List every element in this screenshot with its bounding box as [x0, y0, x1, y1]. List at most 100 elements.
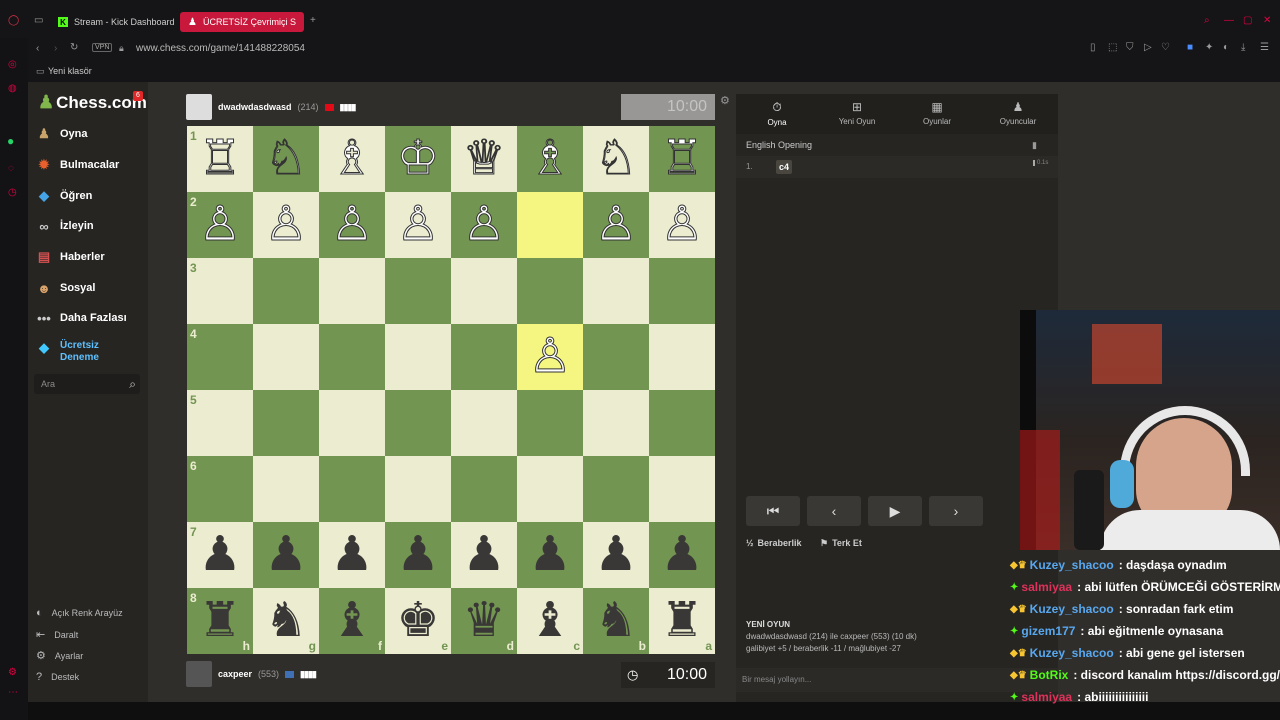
reload-icon[interactable]: ↻ — [70, 43, 78, 53]
board-square[interactable]: ♝ c — [517, 588, 583, 654]
board-square[interactable] — [253, 324, 319, 390]
board-square[interactable]: ♗ — [517, 126, 583, 192]
sidebar-item-watch[interactable]: ∞ İzleyin — [36, 215, 93, 237]
board-square[interactable]: ♙ — [649, 192, 715, 258]
board-square[interactable] — [451, 390, 517, 456]
translate-icon[interactable]: ■ — [1187, 43, 1193, 53]
board-square[interactable] — [649, 390, 715, 456]
board-square[interactable]: ♟ — [253, 522, 319, 588]
sidebar-aria-icon[interactable]: ◎ — [8, 60, 17, 70]
opera-logo-icon[interactable]: ◯ — [8, 16, 19, 26]
sidebar-item-news[interactable]: ▤ Haberler — [36, 246, 105, 268]
board-square[interactable]: ♟ — [583, 522, 649, 588]
board-square[interactable] — [385, 390, 451, 456]
board-square[interactable]: ♜ a — [649, 588, 715, 654]
search-tabs-icon[interactable]: ⌕ — [1204, 16, 1210, 26]
bookmark-icon[interactable]: ▯ — [1090, 43, 1096, 53]
first-move-button[interactable]: ⏮ — [746, 496, 800, 526]
chess-piece[interactable]: ♝ — [528, 597, 571, 645]
avatar[interactable] — [186, 661, 212, 687]
chess-piece[interactable]: ♘ — [264, 134, 308, 183]
chess-piece[interactable]: ♞ — [594, 597, 637, 645]
chat-username[interactable]: gizem177 — [1021, 624, 1075, 638]
board-square[interactable] — [517, 258, 583, 324]
sidebar-light-mode[interactable]: ◐ Açık Renk Arayüz — [36, 607, 123, 619]
player-name[interactable]: dwadwdasdwasd — [218, 102, 292, 112]
chess-piece[interactable]: ♙ — [660, 200, 704, 249]
bookmark-folder[interactable]: Yeni klasör — [48, 66, 92, 76]
chess-piece[interactable]: ♙ — [396, 200, 440, 249]
chess-piece[interactable]: ♟ — [330, 531, 373, 579]
board-square[interactable]: ♟ — [451, 522, 517, 588]
sidebar-player-icon[interactable]: ◌ — [8, 164, 14, 174]
tab-chess[interactable]: ♟ ÜCRETSİZ Çevrimiçi Satra — [180, 12, 304, 32]
tab-kick-dashboard[interactable]: K Stream - Kick Dashboard — [50, 12, 183, 32]
sidebar-item-learn[interactable]: ◆ Öğren — [36, 185, 92, 207]
board-square[interactable] — [451, 324, 517, 390]
sidebar-collapse[interactable]: ⇤ Daralt — [36, 628, 78, 641]
board-square[interactable]: ♞ g — [253, 588, 319, 654]
board-square[interactable] — [319, 390, 385, 456]
board-square[interactable] — [649, 258, 715, 324]
chess-piece[interactable]: ♙ — [264, 200, 308, 249]
settings-gear-icon[interactable]: ⚙ — [720, 96, 730, 107]
board-square[interactable] — [517, 390, 583, 456]
board-square[interactable]: ♙ — [385, 192, 451, 258]
maximize-icon[interactable]: ▢ — [1243, 16, 1252, 26]
next-move-button[interactable]: › — [929, 496, 983, 526]
url-field[interactable]: www.chess.com/game/141488228054 — [136, 43, 305, 54]
board-square[interactable] — [253, 390, 319, 456]
download-icon[interactable]: ⤓ — [1241, 43, 1245, 53]
forward-icon[interactable]: › — [54, 44, 57, 54]
chess-piece[interactable]: ♜ — [198, 597, 241, 645]
board-square[interactable]: ♜ 8 h — [187, 588, 253, 654]
board-square[interactable] — [649, 324, 715, 390]
chess-piece[interactable]: ♟ — [264, 531, 307, 579]
board-square[interactable] — [451, 456, 517, 522]
extensions-icon[interactable]: ✦ — [1205, 43, 1213, 53]
board-square[interactable] — [649, 456, 715, 522]
board-square[interactable]: ♟ 7 — [187, 522, 253, 588]
board-square[interactable] — [451, 258, 517, 324]
chess-piece[interactable]: ♟ — [462, 531, 505, 579]
board-square[interactable] — [583, 456, 649, 522]
board-square[interactable]: ♕ — [451, 126, 517, 192]
board-square[interactable] — [517, 192, 583, 258]
board-square[interactable]: ♙ 2 — [187, 192, 253, 258]
chat-username[interactable]: Kuzey_shacoo — [1030, 602, 1114, 616]
snapshot-icon[interactable]: ⬚ — [1108, 43, 1117, 53]
sidebar-messenger-icon[interactable]: ◍ — [8, 84, 17, 94]
chess-piece[interactable]: ♜ — [660, 597, 703, 645]
sidebar-item-play[interactable]: ♟ Oyna — [36, 123, 87, 145]
chess-piece[interactable]: ♙ — [528, 332, 572, 381]
chess-piece[interactable]: ♟ — [660, 531, 703, 579]
chess-piece[interactable]: ♟ — [396, 531, 439, 579]
board-square[interactable]: ♟ — [385, 522, 451, 588]
back-icon[interactable]: ‹ — [36, 44, 39, 54]
board-square[interactable] — [583, 258, 649, 324]
easy-setup-icon[interactable]: ◐ — [1223, 43, 1229, 53]
sidebar-item-social[interactable]: ☻ Sosyal — [36, 277, 95, 299]
board-square[interactable] — [385, 258, 451, 324]
board-square[interactable] — [385, 324, 451, 390]
close-window-icon[interactable]: ✕ — [1263, 16, 1271, 26]
draw-button[interactable]: ½ Beraberlik — [746, 538, 802, 548]
board-square[interactable]: ♖ 1 — [187, 126, 253, 192]
board-square[interactable] — [385, 456, 451, 522]
board-square[interactable]: ♟ — [319, 522, 385, 588]
chat-username[interactable]: salmiyaa — [1021, 690, 1072, 704]
board-square[interactable] — [319, 258, 385, 324]
sidebar-item-puzzles[interactable]: ✹ Bulmacalar — [36, 154, 120, 176]
menu-icon[interactable]: ☰ — [1260, 43, 1269, 53]
board-square[interactable]: ♛ d — [451, 588, 517, 654]
heart-icon[interactable]: ♡ — [1161, 43, 1170, 53]
board-square[interactable] — [583, 390, 649, 456]
tab-games[interactable]: ▦ Oyunlar — [898, 100, 976, 126]
chess-piece[interactable]: ♛ — [462, 597, 505, 645]
board-square[interactable]: 5 — [187, 390, 253, 456]
board-square[interactable]: ♙ — [451, 192, 517, 258]
sidebar-search-input[interactable]: Ara ⌕ — [34, 374, 140, 394]
chess-piece[interactable]: ♟ — [198, 531, 241, 579]
chess-piece[interactable]: ♙ — [594, 200, 638, 249]
board-square[interactable]: ♞ b — [583, 588, 649, 654]
